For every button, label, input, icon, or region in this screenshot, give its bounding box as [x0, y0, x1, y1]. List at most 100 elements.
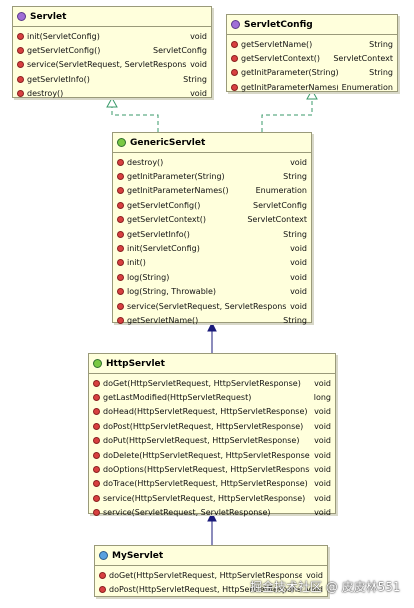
method-row[interactable]: getServletContext() ServletContext	[227, 51, 397, 65]
method-name: service(ServletRequest, ServletResponse)	[103, 508, 271, 518]
method-name: getServletName()	[241, 39, 313, 49]
method-row[interactable]: destroy() void	[13, 87, 211, 101]
method-return-type: Enumeration	[255, 186, 307, 196]
method-row[interactable]: service(ServletRequest, ServletResponse)…	[113, 299, 311, 313]
method-list: destroy() void getInitParameter(String) Str…	[113, 153, 311, 330]
method-icon	[99, 571, 106, 579]
method-icon	[117, 259, 124, 267]
method-icon	[93, 437, 100, 445]
method-name: getInitParameter(String)	[241, 68, 339, 78]
method-list: doGet(HttpServletRequest, HttpServletRes…	[89, 374, 335, 522]
method-return-type: String	[283, 172, 307, 182]
method-row[interactable]: getLastModified(HttpServletRequest) long	[89, 390, 335, 404]
method-row[interactable]: getInitParameterNames() Enumeration	[113, 184, 311, 198]
watermark: 掘金技术社区 @ 皮皮林551	[250, 580, 401, 594]
method-row[interactable]: getInitParameterNames() Enumeration	[227, 80, 397, 94]
method-row[interactable]: getServletInfo() String	[113, 227, 311, 241]
method-name: service(ServletRequest, ServletResponse)	[127, 301, 287, 311]
class-box-servlet[interactable]: Servlet init(ServletConfig) void getServle…	[12, 6, 212, 98]
method-icon	[17, 75, 24, 83]
method-name: doPost(HttpServletRequest, HttpServletRe…	[103, 421, 304, 431]
method-icon	[17, 90, 24, 98]
method-name: init()	[127, 258, 146, 268]
class-name: MyServlet	[112, 550, 164, 561]
class-header: MyServlet	[95, 546, 327, 566]
method-name: getInitParameterNames()	[127, 186, 229, 196]
method-row[interactable]: service(ServletRequest, ServletResponse)…	[13, 58, 211, 72]
method-return-type: String	[283, 229, 307, 239]
method-row[interactable]: service(HttpServletRequest, HttpServletR…	[89, 491, 335, 505]
method-name: doDelete(HttpServletRequest, HttpServlet…	[103, 450, 311, 460]
method-row[interactable]: getServletName() String	[227, 37, 397, 51]
method-return-type: void	[314, 378, 331, 388]
method-row[interactable]: doHead(HttpServletRequest, HttpServletRe…	[89, 405, 335, 419]
method-return-type: ServletConfig	[253, 200, 307, 210]
method-return-type: String	[369, 39, 393, 49]
realization-edge-servlet-config	[261, 93, 313, 132]
method-row[interactable]: getServletName() String	[113, 313, 311, 327]
class-header: Servlet	[13, 7, 211, 27]
method-row[interactable]: getServletInfo() String	[13, 72, 211, 86]
class-name: Servlet	[30, 11, 67, 22]
method-return-type: void	[190, 60, 207, 70]
method-row[interactable]: doTrace(HttpServletRequest, HttpServletR…	[89, 477, 335, 491]
method-icon	[231, 40, 238, 48]
method-icon	[231, 69, 238, 77]
class-box-generic-servlet[interactable]: GenericServlet destroy() void getInitParam…	[112, 132, 312, 325]
method-row[interactable]: getInitParameter(String) String	[227, 66, 397, 80]
method-row[interactable]: getServletConfig() ServletConfig	[13, 43, 211, 57]
method-icon	[117, 187, 124, 195]
method-row[interactable]: init(ServletConfig) void	[13, 29, 211, 43]
method-name: init(ServletConfig)	[27, 31, 100, 41]
method-name: getServletInfo()	[127, 229, 190, 239]
class-header: HttpServlet	[89, 354, 335, 374]
method-icon	[117, 230, 124, 238]
method-name: log(String)	[127, 272, 170, 282]
method-name: service(ServletRequest, ServletResponse)	[27, 60, 187, 70]
method-icon	[93, 466, 100, 474]
class-icon	[93, 359, 102, 368]
class-box-http-servlet[interactable]: HttpServlet doGet(HttpServletRequest, Ht…	[88, 353, 336, 517]
method-return-type: ServletContext	[247, 215, 307, 225]
method-row[interactable]: destroy() void	[113, 155, 311, 169]
method-name: getServletContext()	[241, 54, 321, 64]
method-row[interactable]: doPut(HttpServletRequest, HttpServletRes…	[89, 434, 335, 448]
method-return-type: void	[314, 508, 331, 518]
method-row[interactable]: log(String) void	[113, 270, 311, 284]
method-name: getServletConfig()	[27, 46, 101, 56]
method-name: doTrace(HttpServletRequest, HttpServletR…	[103, 479, 308, 489]
method-row[interactable]: log(String, Throwable) void	[113, 285, 311, 299]
method-icon	[99, 586, 106, 594]
method-icon	[17, 47, 24, 55]
method-icon	[117, 245, 124, 253]
class-box-servlet-config[interactable]: ServletConfig getServletName() String getS…	[226, 14, 398, 92]
method-row[interactable]: doDelete(HttpServletRequest, HttpServlet…	[89, 448, 335, 462]
realization-edge-servlet	[111, 101, 159, 132]
method-name: getServletConfig()	[127, 200, 201, 210]
method-row[interactable]: doGet(HttpServletRequest, HttpServletRes…	[89, 376, 335, 390]
method-name: init(ServletConfig)	[127, 244, 200, 254]
method-icon	[117, 288, 124, 296]
method-row[interactable]: doOptions(HttpServletRequest, HttpServle…	[89, 462, 335, 476]
method-row[interactable]: service(ServletRequest, ServletResponse)…	[89, 506, 335, 520]
method-return-type: void	[314, 421, 331, 431]
method-name: doPut(HttpServletRequest, HttpServletRes…	[103, 436, 300, 446]
method-row[interactable]: doPost(HttpServletRequest, HttpServletRe…	[89, 419, 335, 433]
method-row[interactable]: init() void	[113, 256, 311, 270]
method-name: doOptions(HttpServletRequest, HttpServle…	[103, 465, 311, 475]
interface-icon	[231, 20, 240, 29]
method-name: doHead(HttpServletRequest, HttpServletRe…	[103, 407, 308, 417]
method-row[interactable]: getInitParameter(String) String	[113, 169, 311, 183]
method-return-type: ServletContext	[333, 54, 393, 64]
method-row[interactable]: init(ServletConfig) void	[113, 241, 311, 255]
method-row[interactable]: getServletConfig() ServletConfig	[113, 198, 311, 212]
method-return-type: void	[314, 465, 331, 475]
method-icon	[93, 451, 100, 459]
method-icon	[231, 55, 238, 63]
method-row[interactable]: getServletContext() ServletContext	[113, 213, 311, 227]
class-name: HttpServlet	[106, 358, 165, 369]
method-icon	[231, 83, 238, 91]
method-icon	[93, 422, 100, 430]
method-name: getServletContext()	[127, 215, 207, 225]
method-icon	[117, 302, 124, 310]
